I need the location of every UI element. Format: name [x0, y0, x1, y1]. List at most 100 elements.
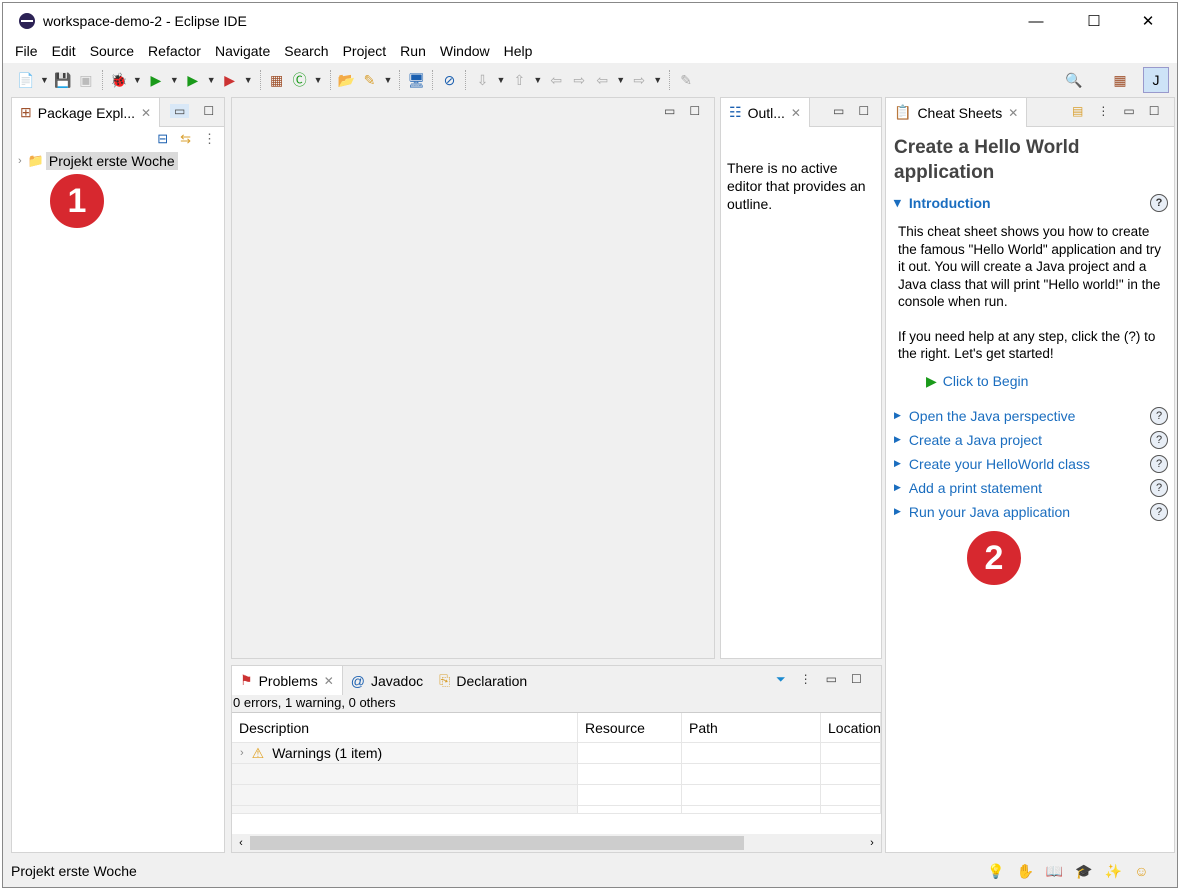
pin-editor-icon[interactable]: ✎ [677, 71, 695, 89]
view-menu-icon[interactable]: ⋮ [1097, 104, 1109, 118]
menu-search[interactable]: Search [284, 43, 328, 59]
maximize-view-icon[interactable]: ☐ [1149, 104, 1160, 118]
open-perspective-icon[interactable]: ▦ [1111, 71, 1129, 89]
tab-cheat-sheets[interactable]: 📋 Cheat Sheets ✕ [886, 98, 1028, 127]
coverage-icon[interactable]: ▶ [184, 71, 202, 89]
search-tool-dropdown-icon[interactable]: ▼ [384, 75, 393, 85]
new-class-dropdown-icon[interactable]: ▼ [314, 75, 323, 85]
help-icon[interactable]: ? [1150, 478, 1168, 497]
step-item[interactable]: ▶ Open the Java perspective? [886, 404, 1174, 428]
back-dropdown-icon[interactable]: ▼ [616, 75, 625, 85]
back-icon[interactable]: ⇦ [593, 71, 611, 89]
column-resource[interactable]: Resource [578, 712, 682, 743]
next-annotation-icon[interactable]: ⇩ [473, 71, 491, 89]
next-annotation-dropdown-icon[interactable]: ▼ [496, 75, 505, 85]
new-icon[interactable]: 📄 [17, 71, 35, 89]
tutorial-icon[interactable]: ✋ [1016, 863, 1033, 880]
column-location[interactable]: Location [821, 712, 881, 743]
maximize-editor-icon[interactable]: ☐ [689, 104, 700, 118]
step-item[interactable]: ▶ Run your Java application? [886, 500, 1174, 524]
intro-section-header[interactable]: ▶ Introduction? [886, 191, 1174, 215]
previous-annotation-icon[interactable]: ⇧ [510, 71, 528, 89]
forward-dropdown-icon[interactable]: ▼ [653, 75, 662, 85]
column-path[interactable]: Path [682, 712, 821, 743]
minimize-view-icon[interactable]: ▭ [833, 104, 844, 118]
whats-new-icon[interactable]: ✨ [1105, 863, 1122, 880]
click-to-begin-link[interactable]: ▶ Click to Begin [886, 363, 1174, 390]
column-description[interactable]: Description [232, 712, 578, 743]
maximize-view-icon[interactable]: ☐ [203, 104, 214, 118]
menu-window[interactable]: Window [440, 43, 490, 59]
external-tools-dropdown-icon[interactable]: ▼ [244, 75, 253, 85]
maximize-button[interactable]: ☐ [1071, 3, 1117, 39]
scroll-right-icon[interactable]: › [863, 837, 881, 849]
menu-edit[interactable]: Edit [52, 43, 76, 59]
search-tool-icon[interactable]: ✎ [361, 71, 379, 89]
debug-icon[interactable]: 🐞 [110, 71, 128, 89]
next-edit-icon[interactable]: ⇨ [570, 71, 588, 89]
step-item[interactable]: ▶ Create your HelloWorld class? [886, 452, 1174, 476]
minimize-view-icon[interactable]: ▭ [826, 672, 837, 687]
minimize-view-icon[interactable]: ▭ [1123, 104, 1134, 118]
help-icon[interactable]: ? [1150, 194, 1168, 212]
close-tab-icon[interactable]: ✕ [791, 106, 801, 120]
horizontal-scrollbar[interactable]: ‹ › [232, 834, 881, 852]
coverage-dropdown-icon[interactable]: ▼ [207, 75, 216, 85]
tab-outline[interactable]: ☷ Outl... ✕ [721, 98, 810, 127]
minimize-view-icon[interactable]: ▭ [170, 104, 190, 118]
menu-navigate[interactable]: Navigate [215, 43, 270, 59]
run-icon[interactable]: ▶ [147, 71, 165, 89]
last-edit-icon[interactable]: ⇦ [547, 71, 565, 89]
menu-source[interactable]: Source [90, 43, 134, 59]
tip-lightbulb-icon[interactable]: 💡 [987, 863, 1004, 880]
welcome-icon[interactable]: ☺ [1134, 863, 1148, 880]
console-icon[interactable]: 🖥 [407, 71, 426, 89]
open-type-icon[interactable]: 📂 [338, 71, 356, 89]
skip-breakpoints-icon[interactable]: ⊘ [440, 71, 458, 89]
view-menu-icon[interactable]: ⋮ [800, 672, 812, 687]
help-icon[interactable]: ? [1150, 502, 1168, 521]
minimize-button[interactable]: — [1013, 3, 1059, 39]
collapse-all-icon[interactable]: ▤ [1072, 104, 1083, 118]
save-all-icon[interactable]: ▣ [77, 71, 95, 89]
external-tools-icon[interactable]: ▶ [221, 71, 239, 89]
menu-help[interactable]: Help [504, 43, 533, 59]
tab-package-explorer[interactable]: ⊞ Package Expl... ✕ [12, 98, 161, 127]
menu-refactor[interactable]: Refactor [148, 43, 201, 59]
overview-icon[interactable]: 📖 [1046, 863, 1063, 880]
expand-chevron-icon[interactable]: › [240, 747, 244, 759]
step-item[interactable]: ▶ Add a print statement? [886, 476, 1174, 500]
debug-dropdown-icon[interactable]: ▼ [133, 75, 142, 85]
new-class-icon[interactable]: Ⓒ [291, 71, 309, 89]
collapse-all-icon[interactable]: ⊟ [157, 131, 168, 147]
menu-file[interactable]: File [15, 43, 38, 59]
run-dropdown-icon[interactable]: ▼ [170, 75, 179, 85]
help-icon[interactable]: ? [1150, 406, 1168, 425]
search-icon[interactable]: 🔍 [1065, 71, 1083, 89]
maximize-view-icon[interactable]: ☐ [851, 672, 862, 687]
close-tab-icon[interactable]: ✕ [141, 106, 151, 120]
new-package-icon[interactable]: ▦ [268, 71, 286, 89]
table-row[interactable]: › ⚠ Warnings (1 item) [232, 743, 881, 764]
minimize-editor-icon[interactable]: ▭ [664, 104, 675, 118]
help-icon[interactable]: ? [1150, 454, 1168, 473]
tab-declaration[interactable]: ⎘ Declaration [431, 666, 536, 695]
new-dropdown-icon[interactable]: ▼ [40, 75, 49, 85]
scroll-left-icon[interactable]: ‹ [232, 837, 250, 849]
save-icon[interactable]: 💾 [54, 71, 72, 89]
link-with-editor-icon[interactable]: ⇆ [180, 131, 191, 147]
tree-item-project[interactable]: › 📁 Projekt erste Woche [12, 151, 224, 171]
menu-project[interactable]: Project [343, 43, 387, 59]
previous-annotation-dropdown-icon[interactable]: ▼ [533, 75, 542, 85]
help-icon[interactable]: ? [1150, 430, 1168, 449]
expand-chevron-icon[interactable]: › [18, 155, 22, 167]
tutorials-icon[interactable]: 🎓 [1075, 863, 1092, 880]
menu-run[interactable]: Run [400, 43, 426, 59]
forward-icon[interactable]: ⇨ [630, 71, 648, 89]
tab-javadoc[interactable]: @ Javadoc [342, 666, 432, 695]
filter-icon[interactable]: ⏷ [776, 672, 786, 687]
tab-problems[interactable]: ⚑ Problems ✕ [232, 666, 343, 695]
view-menu-icon[interactable]: ⋮ [203, 131, 216, 147]
close-tab-icon[interactable]: ✕ [324, 674, 334, 688]
close-tab-icon[interactable]: ✕ [1008, 106, 1018, 120]
